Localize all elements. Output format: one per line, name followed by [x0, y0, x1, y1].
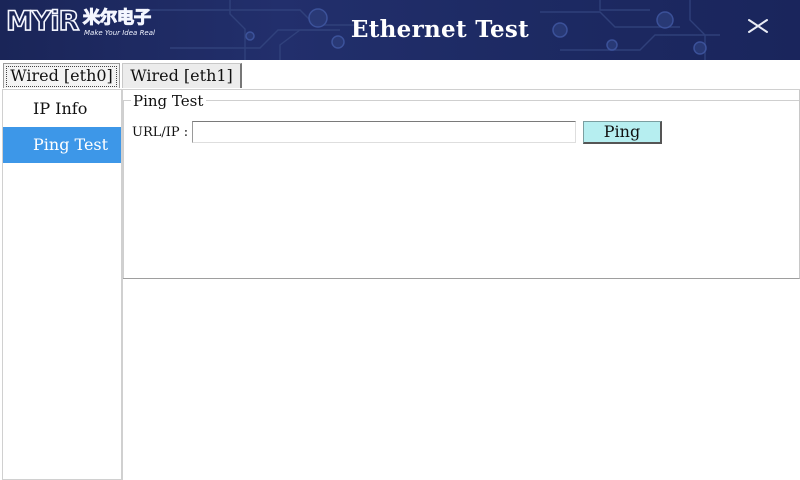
- tab-focus-outline: [6, 66, 117, 87]
- myir-logo: MYiR 米尔电子 Make Your Idea Real: [5, 5, 156, 45]
- header-bar: MYiR 米尔电子 Make Your Idea Real Ethernet T…: [0, 0, 800, 60]
- tab-label: Wired [eth1]: [130, 66, 233, 85]
- tab-wired-eth1[interactable]: Wired [eth1]: [122, 63, 242, 88]
- logo-wordmark: MYiR: [5, 5, 80, 38]
- side-menu-item-label: IP Info: [33, 99, 88, 118]
- ping-test-group: Ping Test URL/IP : Ping: [123, 90, 800, 279]
- url-ip-input[interactable]: [192, 121, 576, 143]
- logo-tagline: Make Your Idea Real: [84, 29, 155, 37]
- ping-button[interactable]: Ping: [583, 121, 662, 144]
- group-title: Ping Test: [131, 91, 207, 111]
- side-menu: IP Info Ping Test: [2, 89, 122, 480]
- side-menu-item-ping-test[interactable]: Ping Test: [3, 127, 121, 163]
- tab-wired-eth0[interactable]: Wired [eth0]: [3, 63, 120, 88]
- side-menu-item-ip-info[interactable]: IP Info: [3, 91, 121, 127]
- side-menu-item-label: Ping Test: [33, 135, 109, 154]
- logo-chinese-wordmark: 米尔电子: [82, 7, 151, 28]
- page-title: Ethernet Test: [350, 16, 530, 43]
- ethernet-test-window: MYiR 米尔电子 Make Your Idea Real Ethernet T…: [0, 0, 800, 480]
- close-button[interactable]: [744, 12, 772, 40]
- main-panel: Ping Test URL/IP : Ping: [122, 89, 800, 480]
- url-ip-label: URL/IP :: [132, 125, 189, 140]
- close-icon: [748, 19, 768, 33]
